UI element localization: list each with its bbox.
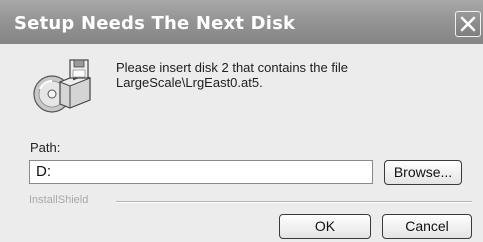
cancel-button[interactable]: Cancel (382, 214, 472, 239)
setup-dialog: Setup Needs The Next Disk Please insert (0, 0, 483, 242)
path-label: Path: (30, 140, 61, 155)
disk-drive-icon (33, 59, 92, 113)
dialog-body: Please insert disk 2 that contains the f… (0, 44, 483, 242)
close-button[interactable] (455, 11, 481, 37)
disk-prompt-message: Please insert disk 2 that contains the f… (116, 60, 348, 90)
installshield-label: InstallShield (29, 194, 89, 206)
browse-button[interactable]: Browse... (384, 160, 462, 185)
title-bar[interactable]: Setup Needs The Next Disk (0, 0, 483, 44)
ok-button[interactable]: OK (279, 214, 371, 239)
message-line-1: Please insert disk 2 that contains the f… (116, 60, 348, 75)
footer-separator (116, 201, 472, 203)
message-line-2: LargeScale\LrgEast0.at5. (116, 75, 263, 90)
path-input[interactable]: D: (29, 160, 373, 184)
close-icon (460, 16, 476, 32)
window-title: Setup Needs The Next Disk (14, 13, 296, 34)
